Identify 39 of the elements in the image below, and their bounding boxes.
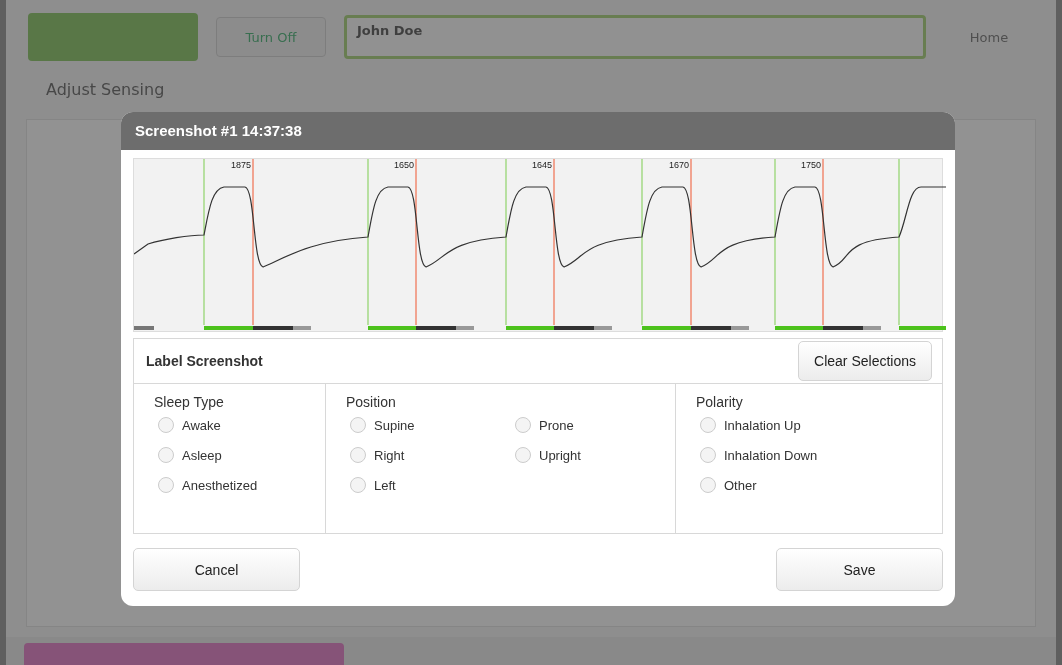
radio-button[interactable]: [700, 477, 716, 493]
option-label[interactable]: Upright: [539, 447, 581, 463]
group-title: Sleep Type: [154, 394, 225, 410]
patient-name: John Doe: [357, 23, 423, 38]
option-label[interactable]: Inhalation Up: [724, 417, 801, 433]
radio-button[interactable]: [350, 417, 366, 433]
marker-label: 1670: [668, 160, 689, 170]
radio-button[interactable]: [158, 417, 174, 433]
option-label[interactable]: Prone: [539, 417, 574, 433]
radio-button[interactable]: [350, 447, 366, 463]
option-label[interactable]: Left: [374, 477, 396, 493]
radio-button[interactable]: [158, 477, 174, 493]
radio-button[interactable]: [700, 417, 716, 433]
option-label[interactable]: Other: [724, 477, 757, 493]
option-label[interactable]: Inhalation Down: [724, 447, 818, 463]
marker-label: 1875: [230, 160, 251, 170]
marker-label: 1650: [393, 160, 414, 170]
marker-label: 1750: [800, 160, 821, 170]
panel-title: Label Screenshot: [146, 353, 263, 369]
section-title: Adjust Sensing: [45, 79, 166, 101]
radio-button[interactable]: [515, 417, 531, 433]
radio-button[interactable]: [700, 447, 716, 463]
option-label[interactable]: Supine: [374, 417, 415, 433]
dialog-title: Screenshot #1 14:37:38: [121, 112, 955, 150]
option-label[interactable]: Awake: [182, 417, 221, 433]
save-button[interactable]: Save: [776, 548, 943, 591]
group-title: Position: [346, 394, 397, 410]
clear-selections-button[interactable]: Clear Selections: [798, 341, 932, 381]
timeline-segment: [134, 326, 154, 330]
option-label[interactable]: Right: [374, 447, 405, 463]
radio-button[interactable]: [515, 447, 531, 463]
cancel-button[interactable]: Cancel: [133, 548, 300, 591]
timeline-segment: [899, 326, 946, 330]
radio-button[interactable]: [158, 447, 174, 463]
radio-button[interactable]: [350, 477, 366, 493]
option-label[interactable]: Anesthetized: [182, 477, 258, 493]
marker-label: 1645: [531, 160, 552, 170]
group-title: Polarity: [696, 394, 744, 410]
option-label[interactable]: Asleep: [182, 447, 222, 463]
